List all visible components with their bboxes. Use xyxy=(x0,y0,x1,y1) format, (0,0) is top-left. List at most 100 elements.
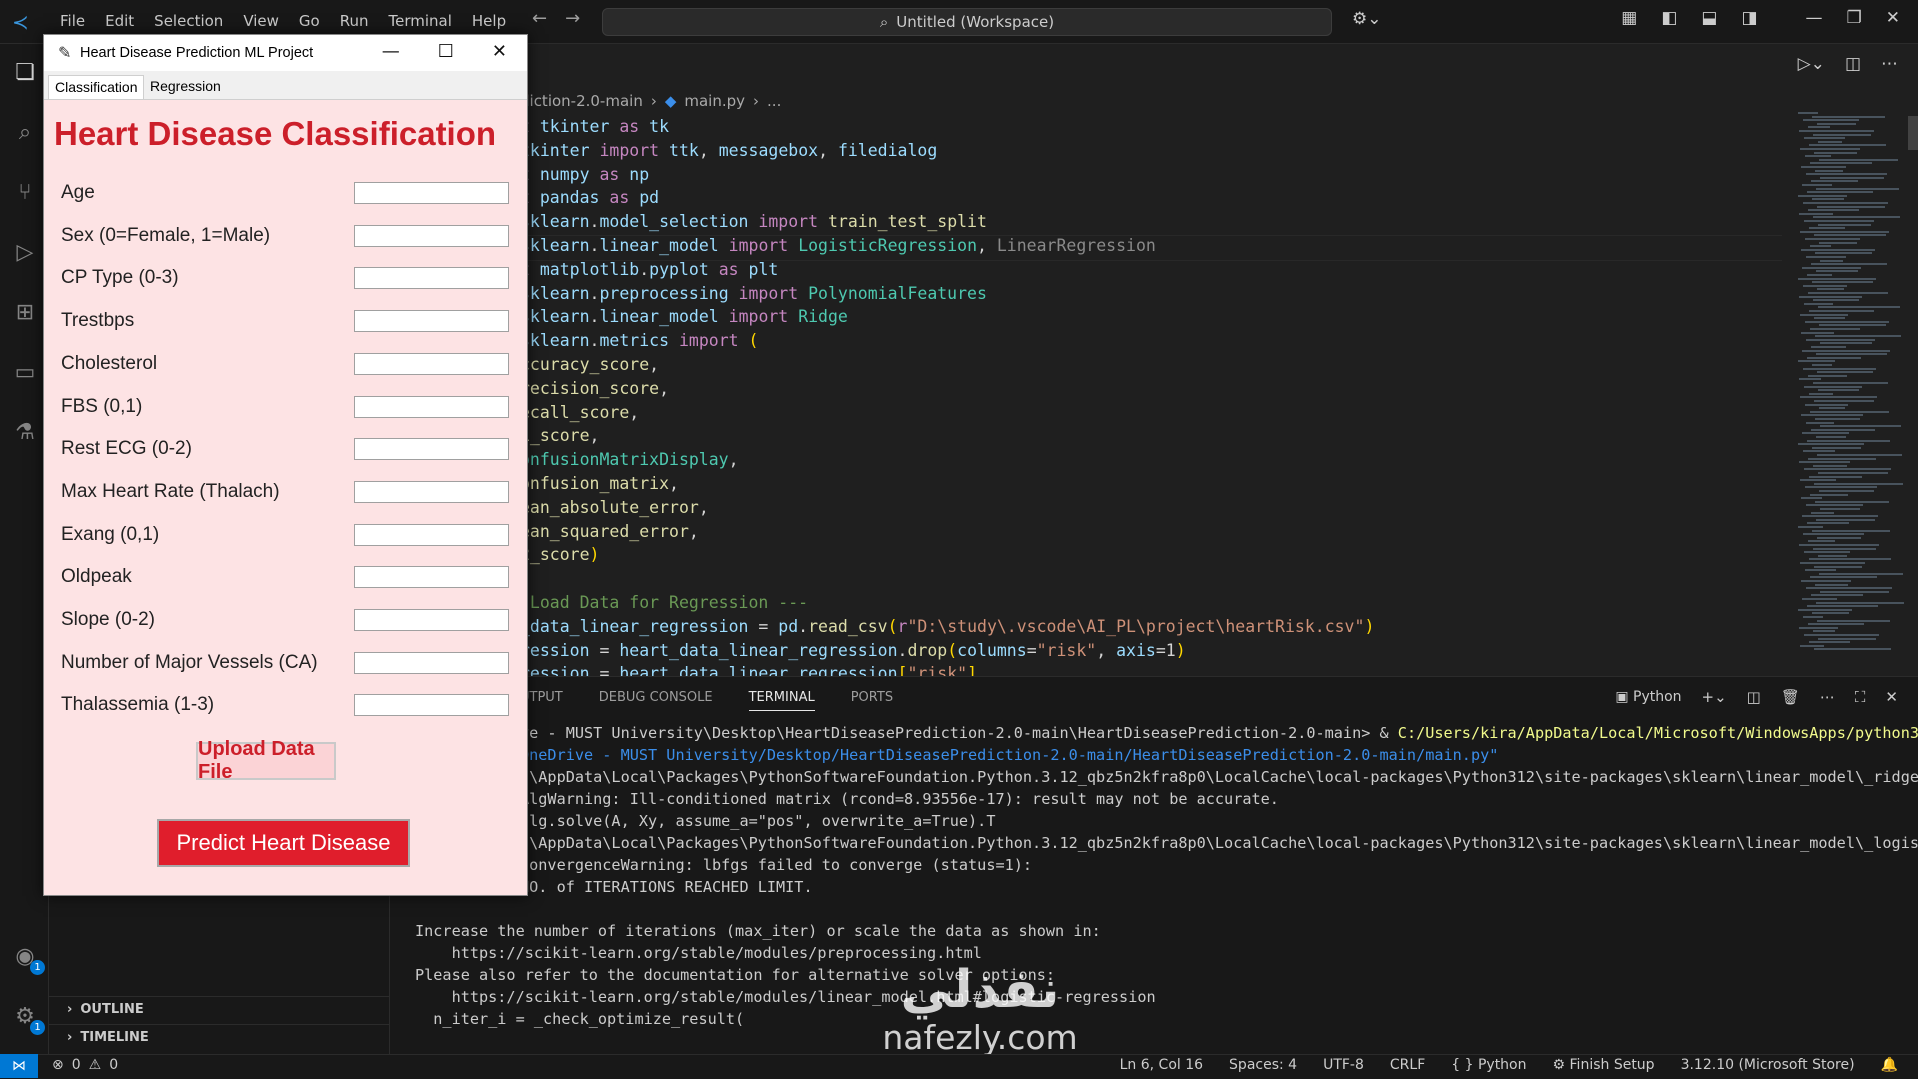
upload-data-file-button[interactable]: Upload Data File xyxy=(196,738,336,783)
timeline-section[interactable]: › TIMELINE xyxy=(49,1024,389,1050)
python-interpreter[interactable]: 3.12.10 (Microsoft Store) xyxy=(1681,1057,1855,1073)
menu-file[interactable]: File xyxy=(50,12,95,30)
terminal-shell-selector[interactable]: ▣ Python xyxy=(1615,689,1681,705)
copilot-icon[interactable]: ⚙⌄ xyxy=(1352,9,1381,29)
split-terminal-icon[interactable]: ◫ xyxy=(1747,688,1761,706)
field-input[interactable] xyxy=(354,224,509,247)
indentation[interactable]: Spaces: 4 xyxy=(1229,1057,1297,1073)
minimap-line xyxy=(1802,184,1832,186)
field-input[interactable] xyxy=(354,310,509,333)
toggle-panel-icon[interactable]: ⬓ xyxy=(1701,8,1717,28)
minimize-icon[interactable]: — xyxy=(1806,8,1823,28)
language-mode[interactable]: { } Python xyxy=(1451,1057,1526,1073)
tab-ports[interactable]: PORTS xyxy=(851,690,893,711)
outline-section[interactable]: › OUTLINE xyxy=(49,996,389,1022)
menu-help[interactable]: Help xyxy=(462,12,516,30)
new-terminal-icon[interactable]: +⌄ xyxy=(1702,688,1727,706)
minimap-line xyxy=(1802,515,1878,518)
minimap-line xyxy=(1810,245,1831,248)
field-input[interactable] xyxy=(354,352,509,375)
field-input[interactable] xyxy=(354,395,509,418)
code-editor[interactable]: t tkinter as tk tkinter import ttk, messa… xyxy=(520,115,1374,686)
tk-close-icon[interactable]: ✕ xyxy=(492,41,507,62)
tk-minimize-icon[interactable]: — xyxy=(382,41,400,62)
command-center-search[interactable]: ⌕ Untitled (Workspace) xyxy=(602,8,1332,36)
field-input[interactable] xyxy=(354,480,509,503)
terminal-line: AlgWarning: Ill-conditioned matrix (rcon… xyxy=(520,788,1918,810)
code-token: _data_linear_regression xyxy=(520,616,749,636)
minimap-line xyxy=(1814,234,1886,237)
toggle-sidebar-icon[interactable]: ◧ xyxy=(1661,8,1677,28)
code-line: sklearn.linear_model import LogisticRegr… xyxy=(520,234,1374,258)
more-actions-icon[interactable]: ⋯ xyxy=(1820,688,1835,706)
editor-scrollbar[interactable] xyxy=(1908,116,1918,150)
notifications-bell-icon[interactable]: 🔔 xyxy=(1881,1057,1898,1073)
encoding[interactable]: UTF-8 xyxy=(1323,1057,1364,1073)
remote-explorer-icon[interactable]: ▭ xyxy=(12,360,38,386)
close-panel-icon[interactable]: ✕ xyxy=(1885,688,1898,706)
menu-run[interactable]: Run xyxy=(330,12,379,30)
field-input[interactable] xyxy=(354,523,509,546)
field-input[interactable] xyxy=(354,182,509,204)
back-arrow-icon[interactable]: ← xyxy=(532,8,547,29)
trash-icon[interactable]: 🗑 xyxy=(1781,688,1800,706)
terminal-output[interactable]: ve - MUST University\Desktop\HeartDiseas… xyxy=(415,722,1918,1030)
code-line: ression = heart_data_linear_regression.d… xyxy=(520,639,1374,663)
restore-icon[interactable]: ❐ xyxy=(1847,8,1862,28)
menu-selection[interactable]: Selection xyxy=(144,12,233,30)
status-problems[interactable]: ⊗ 0 ⚠ 0 xyxy=(52,1057,118,1073)
terminal-line: ConvergenceWarning: lbfgs failed to conv… xyxy=(520,854,1918,876)
maximize-panel-icon[interactable]: ⛶ xyxy=(1855,688,1866,706)
menu-terminal[interactable]: Terminal xyxy=(379,12,462,30)
run-python-file-icon[interactable]: ▷⌄ xyxy=(1798,54,1825,74)
customize-layout-icon[interactable]: ▦ xyxy=(1621,8,1637,28)
tab-regression[interactable]: Regression xyxy=(144,75,227,98)
forward-arrow-icon[interactable]: → xyxy=(565,8,580,29)
tab-debug-console[interactable]: DEBUG CONSOLE xyxy=(599,690,713,711)
field-input[interactable] xyxy=(354,694,509,717)
menu-edit[interactable]: Edit xyxy=(95,12,144,30)
field-input[interactable] xyxy=(354,267,509,290)
testing-icon[interactable]: ⚗ xyxy=(12,420,38,446)
minimap-line xyxy=(1808,540,1835,543)
close-icon[interactable]: ✕ xyxy=(1886,8,1900,28)
code-token: . xyxy=(639,259,650,279)
code-line: _data_linear_regression = pd.read_csv(r"… xyxy=(520,615,1374,639)
breadcrumb-file[interactable]: main.py xyxy=(684,92,745,110)
explorer-icon[interactable]: ❏ xyxy=(12,60,38,86)
remote-indicator-icon[interactable]: ⋈ xyxy=(0,1054,38,1078)
split-editor-icon[interactable]: ◫ xyxy=(1845,54,1861,74)
search-icon[interactable]: ⌕ xyxy=(12,120,38,146)
extensions-icon[interactable]: ⊞ xyxy=(12,300,38,326)
panel-actions: ▣ Python +⌄ ◫ 🗑 ⋯ ⛶ ✕ xyxy=(1615,688,1898,706)
minimap[interactable] xyxy=(1790,112,1910,672)
field-label: Sex (0=Female, 1=Male) xyxy=(61,224,271,246)
predict-heart-disease-button[interactable]: Predict Heart Disease xyxy=(157,819,410,867)
breadcrumb-folder[interactable]: diction-2.0-main xyxy=(520,92,643,110)
finish-setup[interactable]: ⚙ Finish Setup xyxy=(1553,1057,1655,1073)
more-actions-icon[interactable]: ⋯ xyxy=(1881,54,1898,74)
code-line: ean_absolute_error, xyxy=(520,496,1374,520)
terminal-text: OneDrive - MUST University/Desktop/Heart… xyxy=(520,746,1499,764)
line-ending[interactable]: CRLF xyxy=(1390,1057,1425,1073)
tab-terminal[interactable]: TERMINAL xyxy=(748,690,815,711)
source-control-icon[interactable]: ⑂ xyxy=(12,180,38,206)
cursor-position[interactable]: Ln 6, Col 16 xyxy=(1120,1057,1203,1073)
field-input[interactable] xyxy=(354,566,509,589)
field-input[interactable] xyxy=(354,651,509,674)
tab-classification[interactable]: Classification xyxy=(48,75,145,99)
field-input[interactable] xyxy=(354,609,509,631)
code-token: linear_model xyxy=(599,307,719,327)
minimap-line xyxy=(1801,166,1846,168)
minimap-line xyxy=(1815,169,1843,172)
terminal-line: Please also refer to the documentation f… xyxy=(415,964,1918,986)
run-debug-icon[interactable]: ▷ xyxy=(12,240,38,266)
menu-view[interactable]: View xyxy=(233,12,289,30)
tk-maximize-icon[interactable]: ☐ xyxy=(438,41,454,62)
menu-go[interactable]: Go xyxy=(289,12,330,30)
breadcrumb-more[interactable]: ... xyxy=(767,92,781,110)
toggle-secondary-sidebar-icon[interactable]: ◨ xyxy=(1741,8,1757,28)
minimap-line xyxy=(1808,374,1847,377)
field-input[interactable] xyxy=(354,438,509,461)
watermark: نفذلي nafezly.com xyxy=(850,960,1110,1056)
